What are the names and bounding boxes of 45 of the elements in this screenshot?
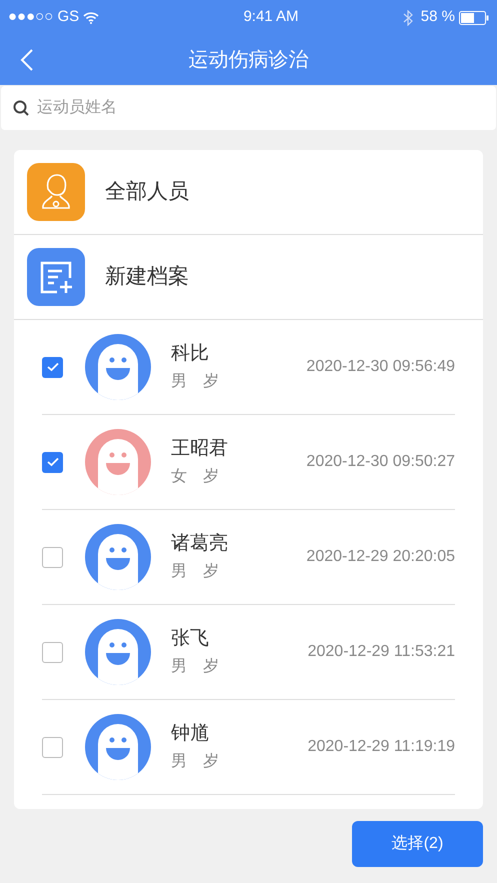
check-icon (46, 362, 58, 372)
athlete-name: 钟馗 (171, 722, 210, 746)
clock-text: 9:41 AM (243, 7, 298, 28)
carrier-text: ●●●○○ GS (8, 7, 80, 28)
person-icon (27, 163, 85, 221)
gender-text: 男 (171, 372, 187, 392)
record-time: 2020-12-29 11:19:19 (308, 737, 455, 757)
checkbox[interactable] (42, 642, 63, 662)
page-title: 运动伤病诊治 (188, 48, 308, 73)
checkbox[interactable] (42, 356, 63, 378)
gender-text: 男 (171, 657, 187, 678)
age-text: 岁 (203, 562, 219, 582)
record-time: 2020-12-29 11:53:21 (308, 642, 455, 662)
age-text: 岁 (203, 467, 219, 488)
checkbox[interactable] (42, 736, 63, 758)
menu-item[interactable]: 新建档案 (14, 235, 483, 320)
gender-text: 男 (171, 562, 187, 582)
checkbox[interactable] (42, 546, 63, 568)
athlete-row[interactable]: 钟馗 男 岁 2020-12-29 11:19:19 (42, 700, 455, 795)
athlete-row[interactable]: 诸葛亮 男 岁 2020-12-29 20:20:05 (42, 510, 455, 605)
record-time: 2020-12-30 09:50:27 (306, 452, 455, 472)
battery-icon (458, 10, 489, 24)
add-document-icon (27, 248, 85, 306)
battery-text: 58 % (420, 7, 455, 28)
age-text: 岁 (203, 372, 219, 392)
select-button[interactable]: 选择(2) (352, 821, 483, 867)
gender-text: 男 (171, 752, 187, 772)
search-field[interactable]: 运动员姓名 (1, 86, 496, 130)
checkbox[interactable] (42, 452, 63, 472)
athlete-row[interactable]: 科比 男 岁 2020-12-30 09:56:49 (42, 320, 455, 415)
athlete-name: 王昭君 (171, 436, 228, 461)
wifi-icon (83, 12, 100, 24)
record-time: 2020-12-30 09:56:49 (306, 357, 455, 377)
athlete-row[interactable]: 王昭君 女 岁 2020-12-30 09:50:27 (42, 415, 455, 510)
record-time: 2020-12-29 20:20:05 (306, 547, 455, 567)
menu-item[interactable]: 全部人员 (14, 150, 483, 235)
age-text: 岁 (203, 657, 219, 678)
gender-text: 女 (171, 467, 187, 488)
athlete-name: 张飞 (171, 626, 210, 651)
bluetooth-icon (402, 10, 413, 26)
check-icon (46, 457, 58, 467)
age-text: 岁 (203, 752, 219, 772)
athlete-name: 诸葛亮 (171, 532, 228, 556)
athlete-name: 科比 (171, 342, 210, 366)
athlete-row[interactable]: 张飞 男 岁 2020-12-29 11:53:21 (42, 605, 455, 700)
